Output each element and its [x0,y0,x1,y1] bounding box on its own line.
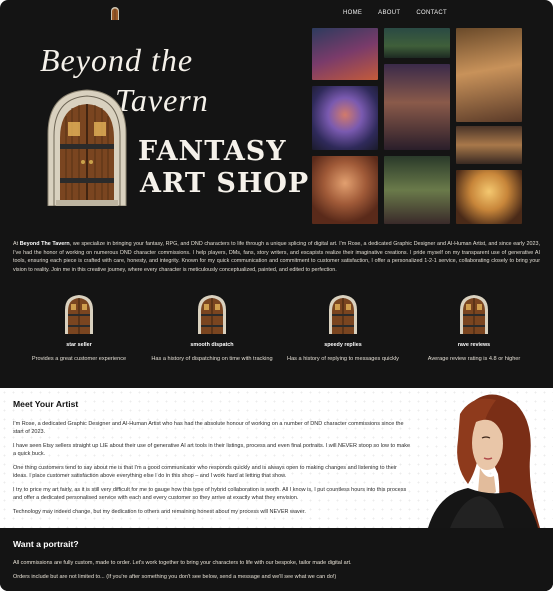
meet-paragraph: I try to price my art fairly, as it is s… [13,487,407,501]
nav-about-link[interactable]: ABOUT [378,10,400,16]
nav-links: HOME ABOUT CONTACT [343,10,447,16]
gallery-tile-angel[interactable] [456,170,522,224]
gallery-tile-beastfolk[interactable] [456,28,522,122]
feature-speedy-replies: speedy replies Has a history of replying… [278,294,408,362]
door-icon [198,295,226,334]
feature-title: smooth dispatch [190,342,234,348]
arched-tavern-door-icon [47,89,127,206]
feature-desc: Has a history of dispatching on time wit… [151,356,273,362]
feature-title: speedy replies [324,342,362,348]
brand-title-line2: Tavern [115,82,209,118]
gallery-tile-dancer[interactable] [384,156,450,224]
gallery-tile-creature[interactable] [312,28,378,80]
artist-portrait [428,394,540,528]
gallery-tile-warrior[interactable] [384,64,450,150]
want-portrait-section: Want a portrait? All commissions are ful… [0,528,553,591]
meet-paragraph: One thing customers tend to say about me… [13,465,397,479]
feature-star-seller: star seller Provides a great customer ex… [14,294,144,362]
feature-desc: Average review rating is 4.8 or higher [427,356,521,362]
meet-paragraph: Technology may indeed change, but my ded… [13,509,306,515]
feature-rave-reviews: rave reviews Average review rating is 4.… [409,294,539,362]
gallery-tile-sorceress[interactable] [312,156,378,224]
meet-artist-section: Meet Your Artist I'm Rose, a dedicated G… [0,388,553,528]
nav-contact-link[interactable]: CONTACT [416,10,447,16]
features-row: star seller Provides a great customer ex… [0,294,553,374]
intro-lead: At [13,241,20,247]
meet-artist-heading: Meet Your Artist [13,399,79,409]
feature-smooth-dispatch: smooth dispatch Has a history of dispatc… [147,294,277,362]
brand-logo: Beyond the Tavern FANTASY ART SHOP [30,42,308,222]
brand-fantasy-text: FANTASY [138,136,287,167]
intro-paragraph: At Beyond The Tavern, we specialize in b… [13,240,540,274]
want-portrait-orders-text: Orders include but are not limited to...… [13,574,337,580]
want-portrait-text: All commissions are fully custom, made t… [13,560,352,566]
feature-title: rave reviews [457,342,491,348]
meet-paragraph: I have seen Etsy sellers straight up LIE… [13,443,411,457]
door-icon [329,295,357,334]
brand-title-line1: Beyond the [40,42,194,78]
door-icon [65,295,93,334]
art-gallery [310,26,525,224]
nav-home-link[interactable]: HOME [343,10,362,16]
door-icon[interactable] [110,6,120,20]
meet-paragraph: I'm Rose, a dedicated Graphic Designer a… [13,421,404,435]
hero: Beyond the Tavern FANTASY ART SHOP [0,24,553,232]
gallery-tile-spider[interactable] [312,86,378,150]
gallery-tile-forest[interactable] [384,28,450,58]
intro-brand: Beyond The Tavern [19,241,70,247]
door-icon [460,295,488,334]
gallery-tile-pirate[interactable] [456,126,522,164]
feature-desc: Provides a great customer experience [31,356,127,362]
intro-text: , we specialize in bringing your fantasy… [13,241,541,273]
feature-title: star seller [66,342,92,348]
top-nav: HOME ABOUT CONTACT [0,6,553,24]
brand-artshop-text: ART SHOP [140,168,310,199]
want-portrait-heading: Want a portrait? [13,539,79,549]
page: HOME ABOUT CONTACT Beyond the Tavern FAN… [0,0,553,591]
feature-desc: Has a history of replying to messages qu… [287,356,399,362]
meet-artist-body: I'm Rose, a dedicated Graphic Designer a… [13,420,413,522]
